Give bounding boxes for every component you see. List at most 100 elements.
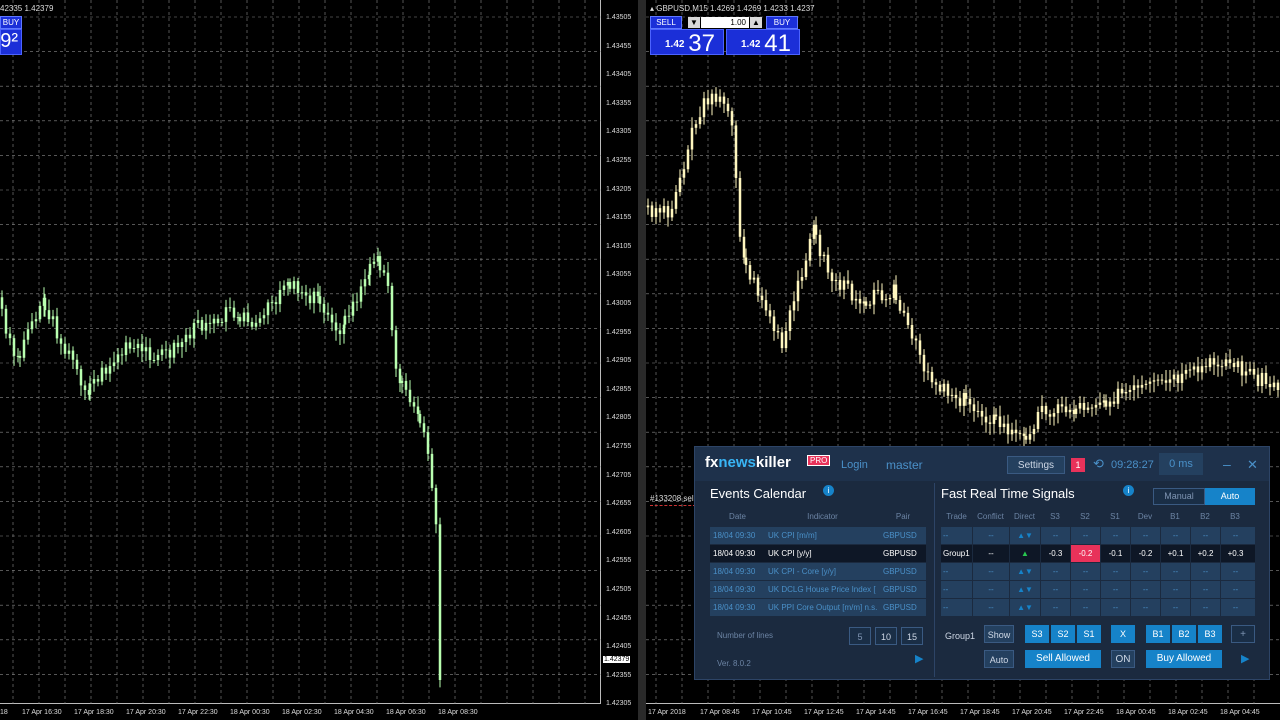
signal-s3-button[interactable]: S3 bbox=[1025, 625, 1049, 643]
left-plot-area[interactable] bbox=[0, 0, 601, 704]
time-tick: 18 Apr 00:45 bbox=[1116, 709, 1156, 716]
candle-body bbox=[1090, 407, 1094, 409]
alert-badge[interactable]: 1 bbox=[1071, 458, 1085, 472]
login-link[interactable]: Login bbox=[841, 459, 868, 471]
sell-button[interactable]: SELL bbox=[650, 16, 682, 29]
candle-body bbox=[1188, 369, 1192, 371]
signal-cell: Group1 bbox=[943, 549, 970, 558]
buy-allowed-button[interactable]: Buy Allowed bbox=[1146, 650, 1222, 668]
price-tick: 1.42405 bbox=[606, 643, 632, 651]
lines-option-15[interactable]: 15 bbox=[901, 627, 923, 645]
play-right-icon[interactable]: ▶ bbox=[1241, 652, 1249, 665]
lines-option-5[interactable]: 5 bbox=[849, 627, 871, 645]
candle-body bbox=[1196, 366, 1200, 373]
price-tick: 1.42455 bbox=[606, 614, 632, 622]
signal-s1-button[interactable]: S1 bbox=[1077, 625, 1101, 643]
brand-news: news bbox=[718, 454, 756, 471]
candle-body bbox=[930, 371, 934, 383]
history-icon[interactable]: ⟲ bbox=[1093, 456, 1104, 472]
lines-option-10[interactable]: 10 bbox=[875, 627, 897, 645]
buy-price-big: 41 bbox=[764, 30, 791, 57]
signal-b3-button[interactable]: B3 bbox=[1198, 625, 1222, 643]
left-buy-price[interactable]: 9² bbox=[0, 29, 22, 55]
candle-body bbox=[386, 272, 390, 286]
candle-body bbox=[164, 349, 168, 351]
cancel-x-button[interactable]: X bbox=[1111, 625, 1135, 643]
candle-body bbox=[1052, 413, 1056, 417]
version-label: Ver. 8.0.2 bbox=[717, 659, 751, 668]
time-tick: 17 Apr 20:30 bbox=[126, 709, 166, 716]
on-toggle[interactable]: ON bbox=[1111, 650, 1135, 668]
left-chart[interactable]: 42335 1.42379 BUY 9² 1.43505 1.43455 1.434… bbox=[0, 0, 638, 720]
candle-body bbox=[100, 367, 104, 382]
signal-b1-button[interactable]: B1 bbox=[1146, 625, 1170, 643]
left-buy-button[interactable]: BUY bbox=[0, 16, 22, 29]
price-tick: 1.42955 bbox=[606, 328, 632, 336]
event-indicator: UK PPI Core Output [m/m] n.s. bbox=[768, 603, 878, 612]
event-row[interactable]: 18/04 09:30 UK CPI [y/y] GBPUSD bbox=[710, 545, 926, 562]
settings-button[interactable]: Settings bbox=[1007, 456, 1065, 474]
sell-allowed-button[interactable]: Sell Allowed bbox=[1025, 650, 1101, 668]
signals-info-icon[interactable]: i bbox=[1123, 485, 1134, 496]
event-row[interactable]: 18/04 09:30 UK CPI - Core [y/y] GBPUSD bbox=[710, 563, 926, 580]
auto-toggle[interactable]: Auto bbox=[1205, 488, 1255, 505]
candle-body bbox=[1086, 407, 1090, 410]
signal-row[interactable]: -- -- ▲▼ -- -- -- -- -- -- -- bbox=[941, 581, 1255, 598]
signal-row[interactable]: -- -- ▲▼ -- -- -- -- -- -- -- bbox=[941, 527, 1255, 544]
close-icon: ✕ bbox=[1247, 457, 1258, 472]
time-tick: 18 Apr 02:45 bbox=[1168, 709, 1208, 716]
signal-cell: -0.2 bbox=[1130, 545, 1160, 562]
candle-body bbox=[104, 367, 108, 374]
fxnewskiller-panel[interactable]: fxnewskiller PRO Login master Settings 1… bbox=[694, 446, 1270, 680]
sell-price[interactable]: 1.42 37 bbox=[650, 29, 724, 57]
lot-input[interactable]: 1.00 bbox=[701, 17, 749, 28]
time-tick: 17 Apr 2018 bbox=[648, 709, 686, 716]
candle-body bbox=[128, 342, 132, 349]
candle-body bbox=[144, 347, 148, 352]
candle-body bbox=[954, 394, 958, 399]
event-pair: GBPUSD bbox=[883, 585, 917, 594]
candle-body bbox=[842, 280, 846, 290]
event-row[interactable]: 18/04 09:30 UK DCLG House Price Index [GB… bbox=[710, 581, 926, 598]
buy-button[interactable]: BUY bbox=[766, 16, 798, 29]
candle-body bbox=[1082, 402, 1086, 410]
candle-body bbox=[880, 290, 884, 301]
event-row[interactable]: 18/04 09:30 UK PPI Core Output [m/m] n.s.… bbox=[710, 599, 926, 616]
candle-body bbox=[670, 208, 674, 218]
manual-toggle[interactable]: Manual bbox=[1153, 488, 1205, 505]
minimize-icon: – bbox=[1223, 456, 1231, 472]
candle-body bbox=[394, 330, 398, 369]
candle-body bbox=[1268, 383, 1272, 388]
candle-body bbox=[788, 310, 792, 332]
signal-row[interactable]: -- -- ▲▼ -- -- -- -- -- -- -- bbox=[941, 563, 1255, 580]
lot-down-button[interactable]: ▼ bbox=[688, 17, 700, 28]
signal-row[interactable]: -- -- ▲▼ -- -- -- -- -- -- -- bbox=[941, 599, 1255, 616]
candle-body bbox=[678, 177, 682, 193]
right-chart-title: ▴ GBPUSD,M15 1.4269 1.4269 1.4233 1.4237 bbox=[650, 4, 815, 13]
candle-body bbox=[1124, 391, 1128, 394]
candle-body bbox=[1208, 358, 1212, 368]
add-button[interactable]: + bbox=[1231, 625, 1255, 643]
candle-body bbox=[282, 285, 286, 290]
buy-price[interactable]: 1.42 41 bbox=[726, 29, 800, 57]
minimize-button[interactable]: – bbox=[1223, 456, 1231, 472]
auto-button[interactable]: Auto bbox=[984, 650, 1014, 668]
signals-column-header: Direct bbox=[1014, 512, 1035, 521]
candle-body bbox=[208, 322, 212, 324]
candle-body bbox=[176, 342, 180, 347]
events-info-icon[interactable]: i bbox=[823, 485, 834, 496]
order-label: #133208 sel bbox=[650, 494, 694, 503]
lot-up-button[interactable]: ▲ bbox=[750, 17, 762, 28]
candle-body bbox=[1200, 366, 1204, 373]
signal-b2-button[interactable]: B2 bbox=[1172, 625, 1196, 643]
close-button[interactable]: ✕ bbox=[1247, 457, 1258, 473]
signals-column-header: Dev bbox=[1137, 512, 1153, 521]
show-button[interactable]: Show bbox=[984, 625, 1014, 643]
clock-display: 09:28:27 bbox=[1111, 459, 1154, 471]
event-row[interactable]: 18/04 09:30 UK CPI [m/m] GBPUSD bbox=[710, 527, 926, 544]
play-left-icon[interactable]: ▶ bbox=[915, 652, 923, 665]
signals-column-header: B3 bbox=[1230, 512, 1240, 521]
time-tick: 18 Apr 08:30 bbox=[438, 709, 478, 716]
signal-s2-button[interactable]: S2 bbox=[1051, 625, 1075, 643]
signal-row[interactable]: Group1 -- ▲ -0.3 -0.2 -0.1 -0.2 +0.1 +0.2 +0.3 bbox=[941, 545, 1255, 562]
